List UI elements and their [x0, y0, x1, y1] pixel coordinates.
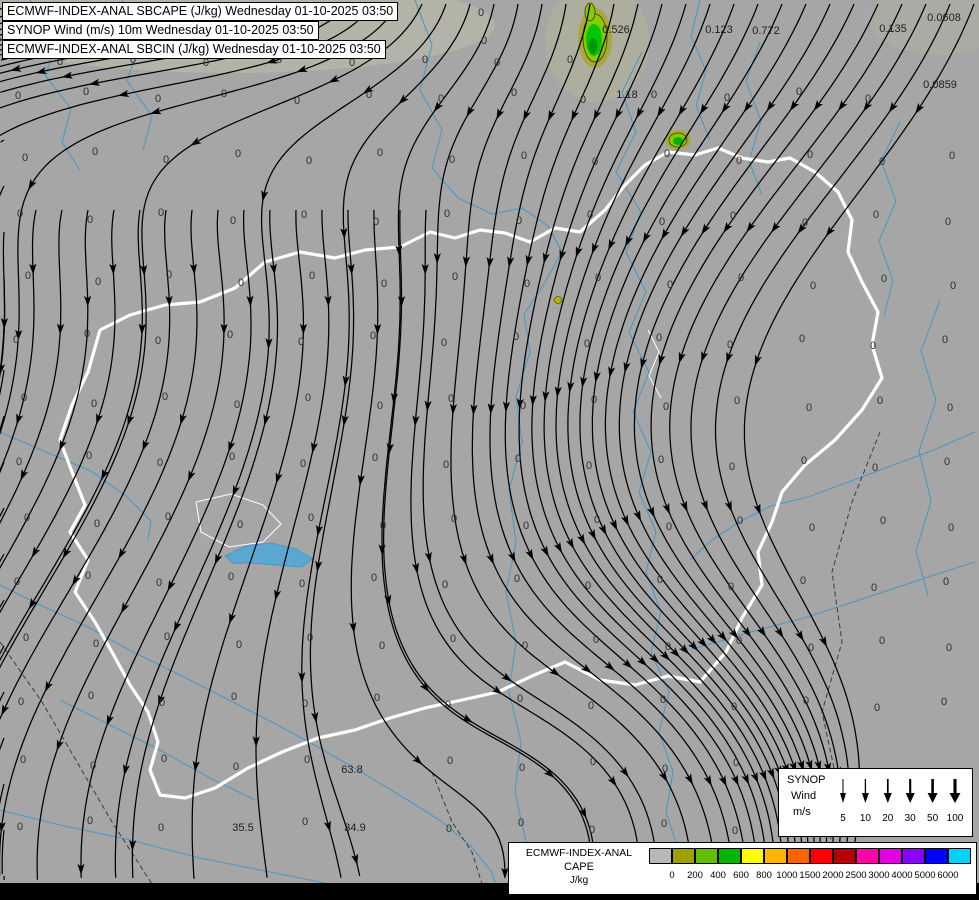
cape-tick-label: 2000 — [822, 870, 843, 881]
wind-legend: SYNOP Wind m/s 5 10 20 30 50 100 — [778, 768, 973, 837]
cape-tick-label: 1500 — [799, 870, 820, 881]
cape-color-cell — [833, 848, 856, 864]
wind-arrow-head-icon — [906, 793, 915, 803]
cape-legend-source: ECMWF-INDEX-ANAL — [509, 847, 649, 859]
wind-speed-label: 100 — [947, 813, 964, 824]
cape-tick-label: 6000 — [937, 870, 958, 881]
cape-legend-units: J/kg — [509, 875, 649, 886]
title-sbcape: ECMWF-INDEX-ANAL SBCAPE (J/kg) Wednesday… — [2, 2, 398, 21]
cape-color-cell — [741, 848, 764, 864]
cape-color-cell — [718, 848, 741, 864]
cape-color-cell — [948, 848, 971, 864]
cape-color-cell — [856, 848, 879, 864]
wind-speed-label: 20 — [882, 813, 893, 824]
title-wind: SYNOP Wind (m/s) 10m Wednesday 01-10-202… — [2, 21, 319, 40]
cape-color-cell — [764, 848, 787, 864]
cape-tick-label: 3000 — [868, 870, 889, 881]
cape-color-cell — [695, 848, 718, 864]
country-border — [60, 148, 882, 798]
wind-speed-label: 50 — [927, 813, 938, 824]
wind-arrow-head-icon — [840, 793, 846, 803]
cape-tick-label: 600 — [733, 870, 749, 881]
cape-tick-label: 200 — [687, 870, 703, 881]
cape-legend: ECMWF-INDEX-ANAL CAPE J/kg 0 200 400 600 800… — [508, 842, 977, 895]
cape-tick-label: 800 — [756, 870, 772, 881]
cape-color-cell — [672, 848, 695, 864]
title-sbcin: ECMWF-INDEX-ANAL SBCIN (J/kg) Wednesday … — [2, 40, 386, 59]
cape-color-cell — [810, 848, 833, 864]
wind-speed-arrows — [831, 773, 969, 805]
weather-map: 0000000000000000000000000000000000000000… — [0, 0, 979, 900]
lake-balaton — [225, 543, 313, 567]
wind-legend-source: SYNOP — [787, 774, 826, 786]
cape-color-cell — [649, 848, 672, 864]
wind-speed-label: 30 — [905, 813, 916, 824]
cape-legend-parameter: CAPE — [509, 861, 649, 873]
cape-tick-label: 2500 — [845, 870, 866, 881]
wind-speed-label: 10 — [860, 813, 871, 824]
cape-tick-label: 400 — [710, 870, 726, 881]
wind-arrow-head-icon — [950, 793, 961, 803]
thin-white-borders — [196, 330, 661, 547]
wind-speed-label: 5 — [840, 813, 846, 824]
cape-color-cell — [879, 848, 902, 864]
dashed-borders — [0, 432, 880, 884]
wind-arrow-head-icon — [928, 793, 938, 803]
cape-tick-label: 5000 — [914, 870, 935, 881]
wind-legend-parameter: Wind — [791, 790, 816, 802]
wind-arrow-head-icon — [884, 793, 892, 803]
cape-color-cell — [925, 848, 948, 864]
cape-tick-label: 0 — [669, 870, 674, 881]
wind-legend-units: m/s — [793, 806, 811, 818]
cape-tick-label: 4000 — [891, 870, 912, 881]
wind-arrow-head-icon — [862, 793, 869, 803]
cape-color-cell — [787, 848, 810, 864]
wind-streamlines — [0, 4, 974, 881]
cape-tick-label: 1000 — [776, 870, 797, 881]
map-canvas — [0, 0, 979, 900]
cape-color-cell — [902, 848, 925, 864]
